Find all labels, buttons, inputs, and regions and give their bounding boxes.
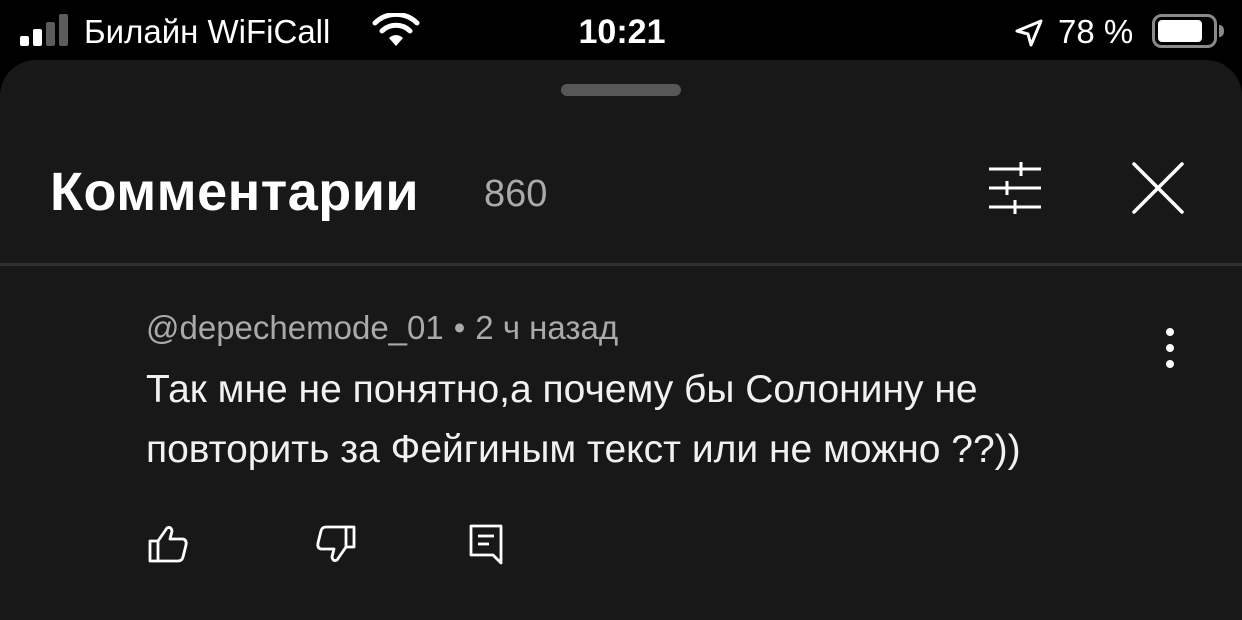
meta-separator: •: [453, 309, 466, 346]
dislike-button[interactable]: [308, 516, 364, 572]
drag-handle[interactable]: [561, 84, 681, 96]
like-button[interactable]: [140, 516, 196, 572]
filter-icon: [989, 162, 1041, 214]
comments-sheet: Комментарии 860 @depechemode_01 • 2 ч наза…: [0, 60, 1242, 620]
thumb-down-icon: [316, 525, 356, 562]
battery-icon: [1152, 14, 1224, 48]
comment-time: 2 ч назад: [475, 309, 619, 346]
filter-button[interactable]: [980, 156, 1050, 220]
sheet-title: Комментарии: [50, 162, 420, 222]
comment-menu-button[interactable]: [1150, 320, 1190, 376]
wifi-icon: [372, 13, 420, 46]
comment-author[interactable]: @depechemode_01: [146, 309, 444, 346]
comment-count: 860: [484, 173, 548, 215]
comment-text: Так мне не понятно,а почему бы Солонину …: [146, 368, 1021, 471]
location-arrow-icon: [1015, 19, 1043, 47]
battery-percent: 78 %: [1058, 13, 1134, 50]
thumb-up-icon: [148, 526, 188, 563]
more-vert-icon: [1166, 328, 1174, 368]
reply-icon: [469, 524, 503, 565]
reply-button[interactable]: [458, 516, 514, 572]
signal-icon: [20, 14, 68, 46]
status-time: 10:21: [578, 13, 666, 51]
close-button[interactable]: [1122, 152, 1194, 224]
carrier-name: Билайн WiFiCall: [84, 13, 331, 50]
comment-meta: @depechemode_01 • 2 ч назад: [146, 308, 618, 348]
close-icon: [1132, 162, 1184, 214]
header-divider: [0, 263, 1242, 266]
status-bar: Билайн WiFiCall 10:21 78 %: [0, 0, 1242, 64]
